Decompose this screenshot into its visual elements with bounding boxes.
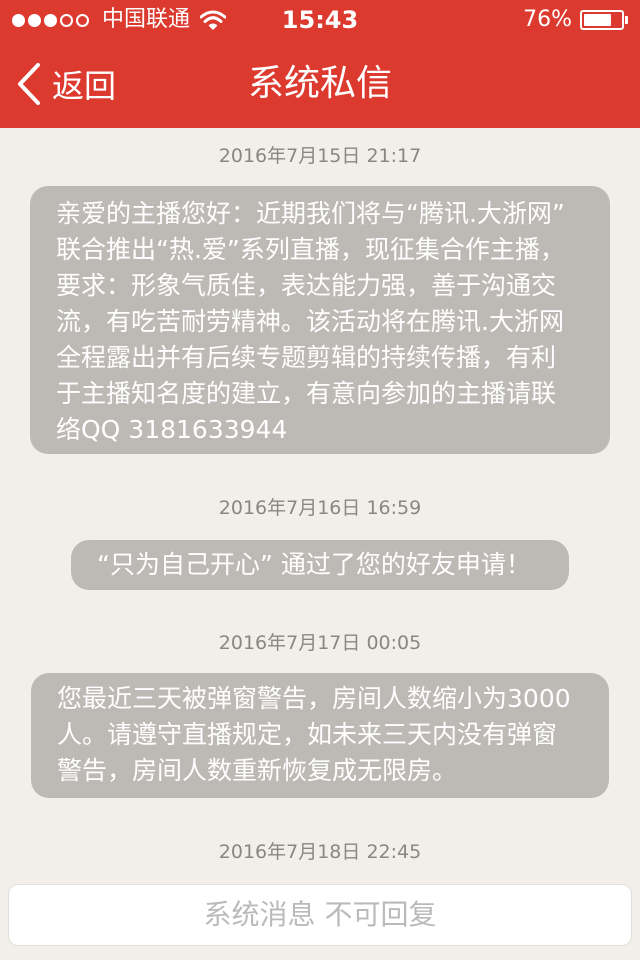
message-line: 流，有吃苦耐劳精神。该活动将在腾讯.大浙网	[56, 307, 564, 336]
message-timestamp: 2016年7月16日 16:59	[218, 497, 422, 519]
message-timestamp: 2016年7月17日 00:05	[218, 632, 422, 654]
message-bubble: 亲爱的主播您好：近期我们将与“腾讯.大浙网” 联合推出“热.爱”系列直播，现征集…	[30, 186, 610, 454]
message-line: “只为自己开心” 通过了您的好友申请！	[97, 550, 531, 579]
message-line: 要求：形象气质佳，表达能力强，善于沟通交	[56, 271, 557, 300]
message-line: 亲爱的主播您好：近期我们将与“腾讯.大浙网”	[56, 199, 565, 228]
page-title: 系统私信	[247, 63, 392, 104]
message-line: 人。请遵守直播规定，如未来三天内没有弹窗	[57, 720, 558, 749]
battery-indicator: 76%	[523, 0, 628, 40]
message-line: 您最近三天被弹窗警告，房间人数缩小为3000	[57, 684, 571, 713]
footer-bar: 系统消息 不可回复	[0, 870, 640, 960]
message-line: 警告，房间人数重新恢复成无限房。	[57, 756, 458, 785]
message-line: 络QQ 3181633944	[56, 415, 288, 444]
reply-input-disabled: 系统消息 不可回复	[8, 884, 632, 946]
message-timestamp: 2016年7月15日 21:17	[218, 145, 422, 167]
message-line: 于主播知名度的建立，有意向参加的主播请联	[56, 379, 557, 408]
message-line: 联合推出“热.爱”系列直播，现征集合作主播，	[56, 235, 565, 264]
battery-icon	[580, 10, 624, 30]
status-bar: 中国联通 15:43 76%	[0, 0, 640, 40]
message-bubble: “只为自己开心” 通过了您的好友申请！	[71, 540, 569, 590]
battery-tip	[625, 16, 628, 24]
battery-fill	[584, 14, 612, 26]
message-bubble: 您最近三天被弹窗警告，房间人数缩小为3000 人。请遵守直播规定，如未来三天内没…	[31, 673, 609, 798]
navigation-bar: 返回 系统私信	[0, 40, 640, 128]
header: 中国联通 15:43 76% 返回 系统私信	[0, 0, 640, 128]
message-line: 全程露出并有后续专题剪辑的持续传播，有利	[56, 343, 557, 372]
message-timestamp: 2016年7月18日 22:45	[218, 841, 422, 863]
battery-percent: 76%	[523, 7, 572, 32]
